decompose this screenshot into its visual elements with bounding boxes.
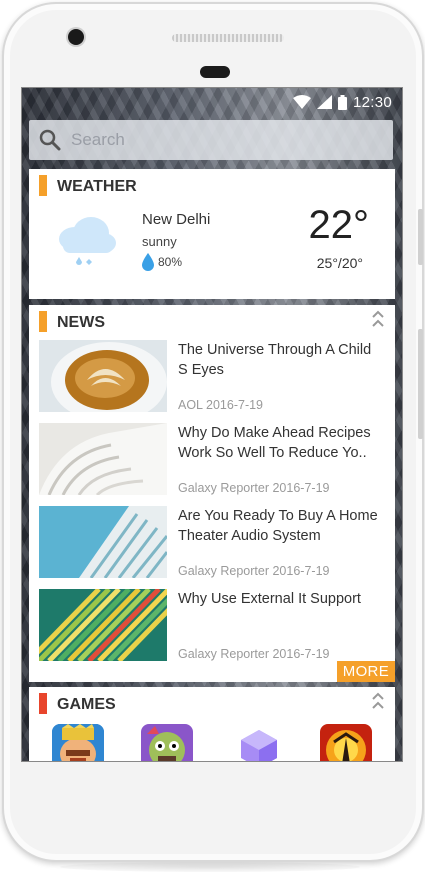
news-title: NEWS: [57, 314, 105, 331]
news-thumbnail-coffee[interactable]: [39, 340, 167, 412]
news-thumbnail-building[interactable]: [39, 506, 167, 578]
search-bar[interactable]: [29, 120, 393, 160]
temperature-range: 25°/20°: [316, 255, 363, 271]
news-item[interactable]: Why Do Make Ahead Recipes Work So Well T…: [39, 423, 387, 496]
earpiece: [200, 66, 230, 78]
news-card: NEWS The Universe Through A Child S Eyes…: [29, 305, 395, 682]
water-drop-icon: [142, 253, 154, 271]
weather-body: New Delhi sunny 80% 22° 25°/20°: [29, 203, 395, 299]
clock: 12:30: [352, 93, 392, 111]
news-header: NEWS: [29, 305, 395, 339]
fire-game-icon[interactable]: [320, 724, 372, 761]
collapse-icon[interactable]: [371, 691, 385, 711]
weather-city: New Delhi: [142, 211, 211, 228]
search-input[interactable]: [69, 129, 353, 151]
games-accent-bar: [39, 693, 47, 714]
news-item[interactable]: The Universe Through A Child S Eyes AOL …: [39, 340, 387, 413]
news-headline[interactable]: Why Use External It Support: [178, 589, 383, 609]
clash-royale-icon[interactable]: [52, 724, 104, 761]
news-meta: Galaxy Reporter 2016-7-19: [178, 481, 330, 495]
games-title: GAMES: [57, 696, 116, 713]
search-icon[interactable]: [39, 129, 61, 151]
games-card: GAMES: [29, 687, 395, 761]
temperature: 22°: [308, 203, 370, 247]
weather-card[interactable]: WEATHER New Delhi sunny 80% 22° 25°/20°: [29, 169, 395, 299]
news-meta: AOL 2016-7-19: [178, 398, 264, 412]
status-bar: 12:30: [22, 88, 402, 116]
weather-accent-bar: [39, 175, 47, 196]
plants-vs-zombies-icon[interactable]: [141, 724, 193, 761]
cloud-rain-icon: [59, 217, 116, 265]
news-headline[interactable]: The Universe Through A Child S Eyes: [178, 340, 383, 380]
news-item[interactable]: Are You Ready To Buy A Home Theater Audi…: [39, 506, 387, 579]
power-button: [418, 329, 423, 439]
news-thumbnail-architecture[interactable]: [39, 423, 167, 495]
signal-icon: [316, 95, 332, 109]
purple-cube-icon[interactable]: [233, 724, 285, 761]
speaker-grille: [172, 34, 284, 42]
weather-title: WEATHER: [57, 178, 137, 195]
news-meta: Galaxy Reporter 2016-7-19: [178, 647, 330, 661]
humidity-value: 80%: [158, 255, 183, 269]
weather-header: WEATHER: [29, 169, 395, 203]
weather-humidity: 80%: [142, 253, 182, 271]
phone-shadow: [60, 862, 360, 872]
news-meta: Galaxy Reporter 2016-7-19: [178, 564, 330, 578]
wifi-icon: [292, 95, 311, 109]
battery-icon: [337, 94, 347, 110]
weather-condition: sunny: [142, 234, 177, 249]
front-camera: [68, 29, 84, 45]
news-headline[interactable]: Why Do Make Ahead Recipes Work So Well T…: [178, 423, 383, 463]
games-header: GAMES: [29, 687, 395, 721]
news-thumbnail-ribs[interactable]: [39, 589, 167, 661]
news-item[interactable]: Why Use External It Support Galaxy Repor…: [39, 589, 387, 662]
news-headline[interactable]: Are You Ready To Buy A Home Theater Audi…: [178, 506, 383, 546]
collapse-icon[interactable]: [371, 309, 385, 329]
more-button[interactable]: MORE: [336, 661, 395, 682]
volume-button: [418, 209, 423, 265]
news-accent-bar: [39, 311, 47, 332]
screen: 12:30 WEATHER New Delhi sunny: [21, 87, 403, 762]
